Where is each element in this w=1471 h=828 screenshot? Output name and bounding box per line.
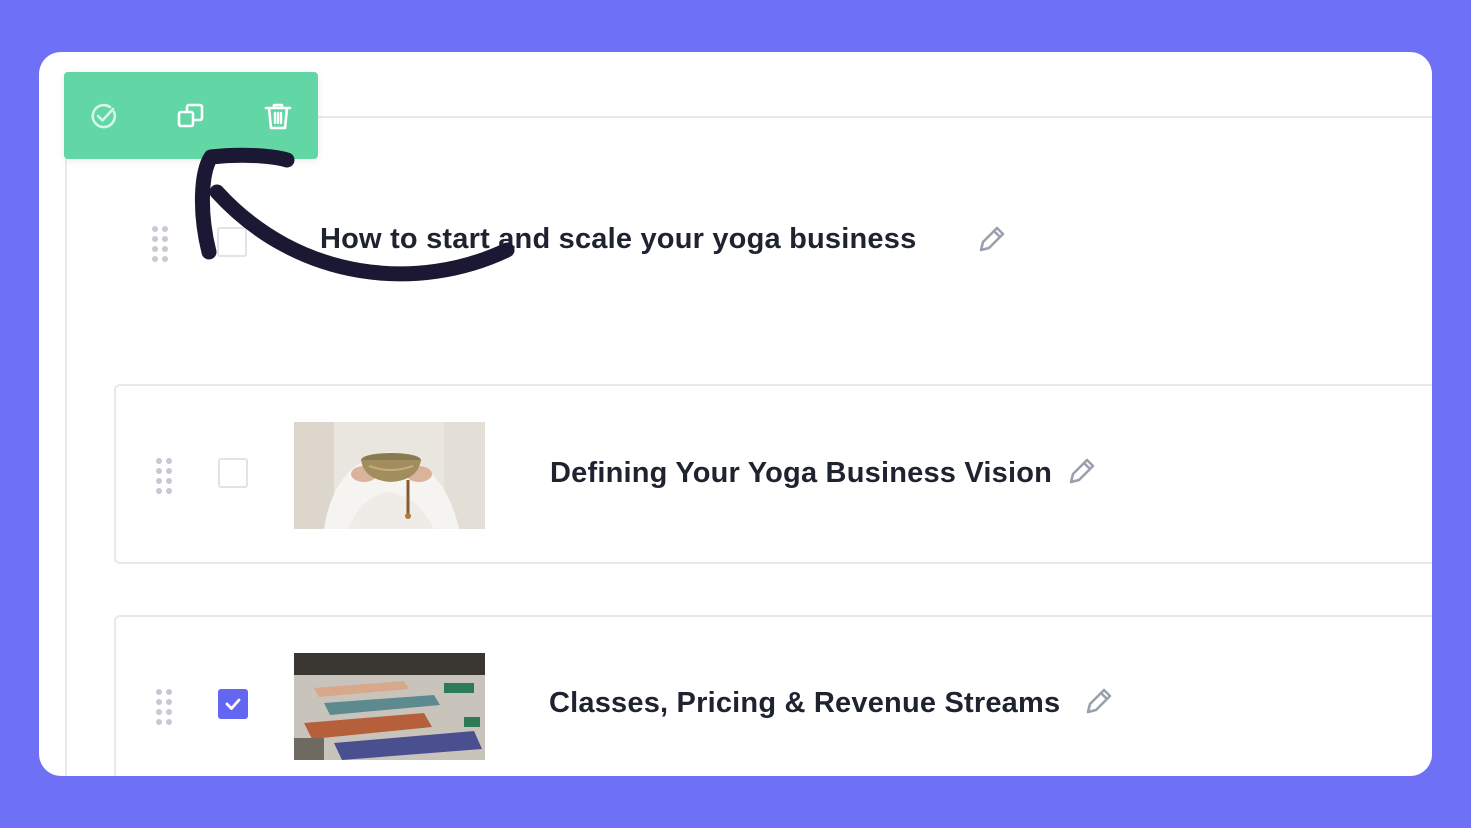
lesson-checkbox[interactable] bbox=[218, 689, 248, 719]
yoga-mats-image bbox=[294, 653, 485, 760]
check-circle-icon bbox=[91, 103, 117, 129]
lesson-title: Defining Your Yoga Business Vision bbox=[550, 457, 1053, 489]
lesson-card[interactable]: Defining Your Yoga Business Vision bbox=[114, 384, 1432, 564]
drag-handle-icon[interactable] bbox=[156, 689, 176, 725]
curriculum-panel: How to start and scale your yoga busines… bbox=[39, 52, 1432, 776]
bulk-action-toolbar bbox=[64, 72, 318, 159]
delete-button[interactable] bbox=[258, 96, 298, 136]
mark-complete-button[interactable] bbox=[84, 96, 124, 136]
drag-handle-icon[interactable] bbox=[152, 226, 172, 262]
checkmark-icon bbox=[225, 698, 241, 710]
lesson-title: Classes, Pricing & Revenue Streams bbox=[549, 687, 1061, 719]
duplicate-icon bbox=[177, 103, 204, 128]
drag-handle-icon[interactable] bbox=[156, 458, 176, 494]
trash-icon bbox=[264, 103, 292, 130]
lesson-checkbox[interactable] bbox=[218, 458, 248, 488]
lesson-card[interactable]: Classes, Pricing & Revenue Streams bbox=[114, 615, 1432, 776]
lesson-thumbnail bbox=[294, 422, 485, 529]
section-title: How to start and scale your yoga busines… bbox=[320, 223, 917, 255]
duplicate-button[interactable] bbox=[171, 96, 211, 136]
pencil-icon[interactable] bbox=[1065, 454, 1099, 488]
section-checkbox[interactable] bbox=[217, 227, 247, 257]
lesson-thumbnail bbox=[294, 653, 485, 760]
pencil-icon[interactable] bbox=[975, 222, 1009, 256]
singing-bowl-image bbox=[294, 422, 485, 529]
pencil-icon[interactable] bbox=[1082, 684, 1116, 718]
